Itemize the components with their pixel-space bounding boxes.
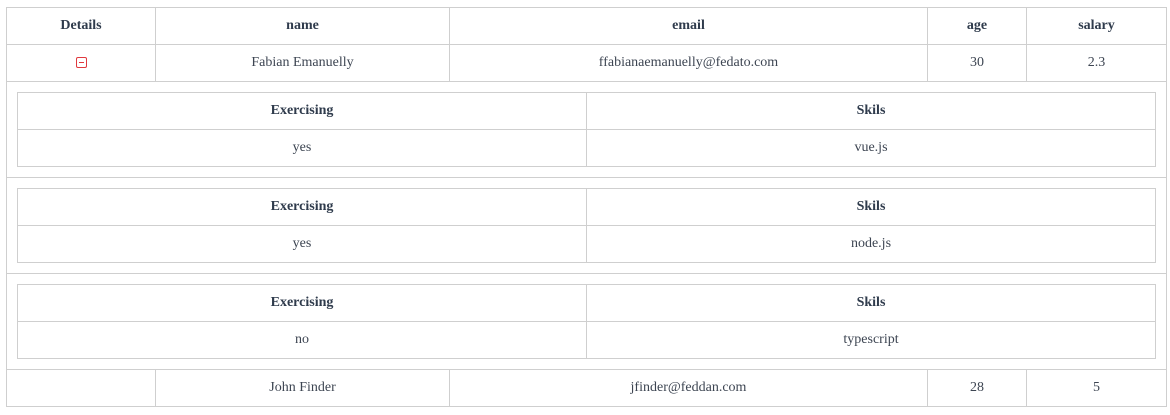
table-row: John Finder jfinder@feddan.com 28 5	[6, 369, 1167, 407]
cell-email: ffabianaemanuelly@fedato.com	[449, 44, 928, 82]
details-toggle-cell	[6, 44, 156, 82]
header-name[interactable]: name	[155, 7, 450, 45]
detail-row: Exercising Skils no typescript	[6, 273, 1167, 370]
detail-header-exercising: Exercising	[17, 188, 587, 226]
detail-skills: typescript	[586, 321, 1156, 359]
cell-age: 30	[927, 44, 1027, 82]
detail-cell: Exercising Skils no typescript	[6, 273, 1167, 370]
detail-skills: vue.js	[586, 129, 1156, 167]
detail-header-exercising: Exercising	[17, 92, 587, 130]
detail-skills: node.js	[586, 225, 1156, 263]
cell-name: Fabian Emanuelly	[155, 44, 450, 82]
detail-exercising: no	[17, 321, 587, 359]
minus-square-icon[interactable]	[75, 57, 87, 69]
header-age[interactable]: age	[927, 7, 1027, 45]
detail-header-skills: Skils	[586, 92, 1156, 130]
table-row: Fabian Emanuelly ffabianaemanuelly@fedat…	[6, 44, 1167, 82]
detail-header-skills: Skils	[586, 284, 1156, 322]
details-toggle-cell[interactable]	[6, 369, 156, 407]
detail-exercising: yes	[17, 129, 587, 167]
header-details: Details	[6, 7, 156, 45]
detail-cell: Exercising Skils yes node.js	[6, 177, 1167, 274]
detail-table: Exercising Skils yes vue.js	[17, 92, 1156, 167]
detail-exercising: yes	[17, 225, 587, 263]
detail-table: Exercising Skils yes node.js	[17, 188, 1156, 263]
detail-row: Exercising Skils yes vue.js	[6, 81, 1167, 178]
header-email[interactable]: email	[449, 7, 928, 45]
detail-row: Exercising Skils yes node.js	[6, 177, 1167, 274]
detail-header-exercising: Exercising	[17, 284, 587, 322]
data-table-container: Details name email age salary Fabian Ema…	[6, 7, 1167, 407]
cell-age: 28	[927, 369, 1027, 407]
cell-salary: 2.3	[1026, 44, 1167, 82]
cell-name: John Finder	[155, 369, 450, 407]
table-header-row: Details name email age salary	[6, 7, 1167, 45]
data-table: Details name email age salary Fabian Ema…	[6, 7, 1167, 407]
cell-salary: 5	[1026, 369, 1167, 407]
detail-header-skills: Skils	[586, 188, 1156, 226]
detail-cell: Exercising Skils yes vue.js	[6, 81, 1167, 178]
header-salary[interactable]: salary	[1026, 7, 1167, 45]
detail-table: Exercising Skils no typescript	[17, 284, 1156, 359]
cell-email: jfinder@feddan.com	[449, 369, 928, 407]
